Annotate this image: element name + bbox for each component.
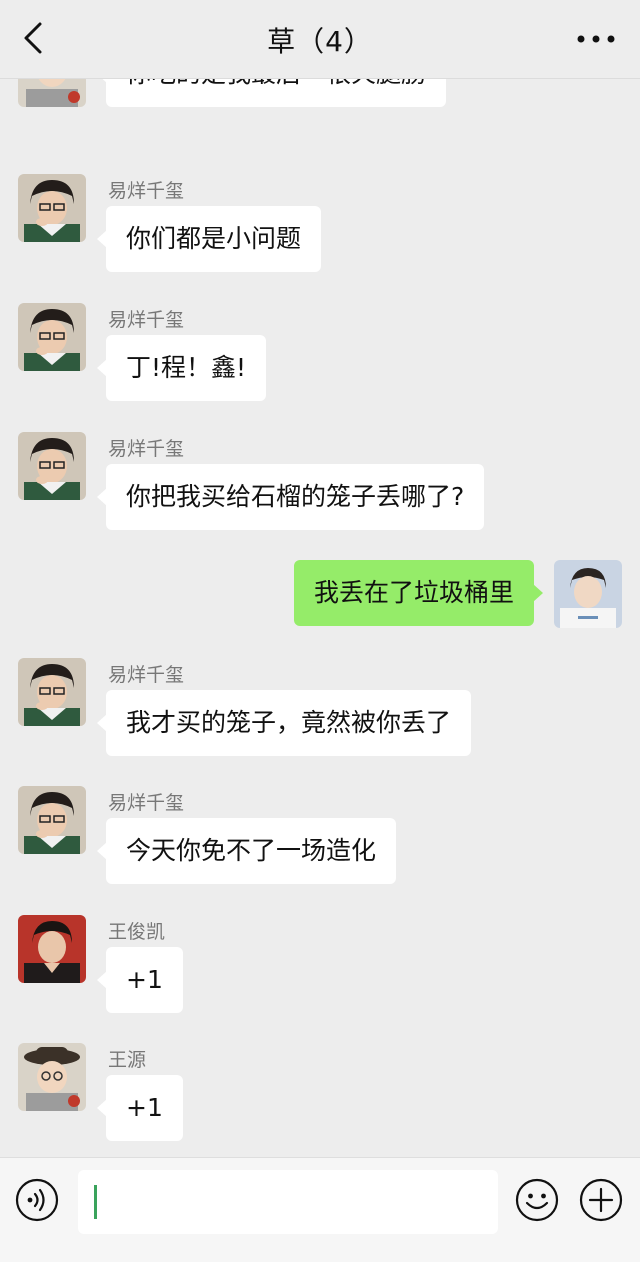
message-item: 易烊千玺 今天你免不了一场造化	[0, 786, 640, 896]
sender-name: 王俊凯	[108, 921, 166, 943]
message-input[interactable]	[78, 1170, 498, 1234]
message-item: 易烊千玺 我才买的笼子，竟然被你丢了	[0, 658, 640, 768]
message-item: 王源 +1	[0, 1043, 640, 1153]
message-bubble[interactable]: 我才买的笼子，竟然被你丢了	[96, 690, 472, 756]
avatar-yiyangqianxi[interactable]	[18, 303, 86, 371]
avatar-yiyangqianxi[interactable]	[18, 658, 86, 726]
sender-name: 易烊千玺	[108, 309, 185, 331]
avatar-self[interactable]	[554, 560, 622, 628]
avatar-yiyangqianxi[interactable]	[18, 786, 86, 854]
message-bubble[interactable]: 你吃的是我最后一根火腿肠	[96, 79, 447, 107]
chat-title: 草（4）	[267, 25, 373, 58]
chat-header: 草（4）	[0, 0, 640, 79]
emoji-button[interactable]	[514, 1177, 560, 1223]
message-item: 易烊千玺 你们都是小问题	[0, 174, 640, 284]
avatar-yiyangqianxi[interactable]	[18, 432, 86, 500]
sender-name: 易烊千玺	[108, 438, 185, 460]
avatar-yiyangqianxi[interactable]	[18, 174, 86, 242]
sender-name: 易烊千玺	[108, 664, 185, 686]
message-item-mine: 我丢在了垃圾桶里	[0, 560, 640, 640]
avatar-wangyuan[interactable]	[18, 1043, 86, 1111]
plus-button[interactable]	[578, 1177, 624, 1223]
chat-screen: 草（4） 你吃的是我最后一根火腿肠	[0, 0, 640, 1262]
more-dots-icon	[577, 35, 615, 43]
avatar-wangyuan[interactable]	[18, 79, 86, 107]
emoji-icon	[515, 1178, 559, 1222]
plus-icon	[579, 1178, 623, 1222]
message-bubble[interactable]: +1	[97, 1075, 183, 1141]
message-bubble[interactable]: 今天你免不了一场造化	[96, 818, 397, 884]
message-bubble[interactable]: 你把我买给石榴的笼子丢哪了?	[96, 464, 485, 530]
message-item: 易烊千玺 你把我买给石榴的笼子丢哪了?	[0, 432, 640, 542]
message-bubble[interactable]: 你们都是小问题	[96, 206, 322, 272]
more-button[interactable]	[574, 22, 618, 56]
avatar-wangjunkai[interactable]	[18, 915, 86, 983]
message-list[interactable]: 你吃的是我最后一根火腿肠 易烊千玺 你们都是小问题	[0, 79, 640, 1157]
message-bubble-mine[interactable]: 我丢在了垃圾桶里	[293, 560, 544, 626]
input-bar	[0, 1157, 640, 1262]
voice-icon	[15, 1178, 59, 1222]
message-item: 易烊千玺 丁!程！鑫!	[0, 303, 640, 413]
message-bubble[interactable]: 丁!程！鑫!	[96, 335, 267, 401]
sender-name: 王源	[108, 1049, 147, 1071]
sender-name: 易烊千玺	[108, 792, 185, 814]
message-item: 王俊凯 +1	[0, 915, 640, 1025]
text-caret	[94, 1185, 97, 1219]
message-item: 你吃的是我最后一根火腿肠	[0, 79, 640, 149]
voice-button[interactable]	[14, 1177, 60, 1223]
message-bubble[interactable]: +1	[97, 947, 183, 1013]
sender-name: 易烊千玺	[108, 180, 185, 202]
